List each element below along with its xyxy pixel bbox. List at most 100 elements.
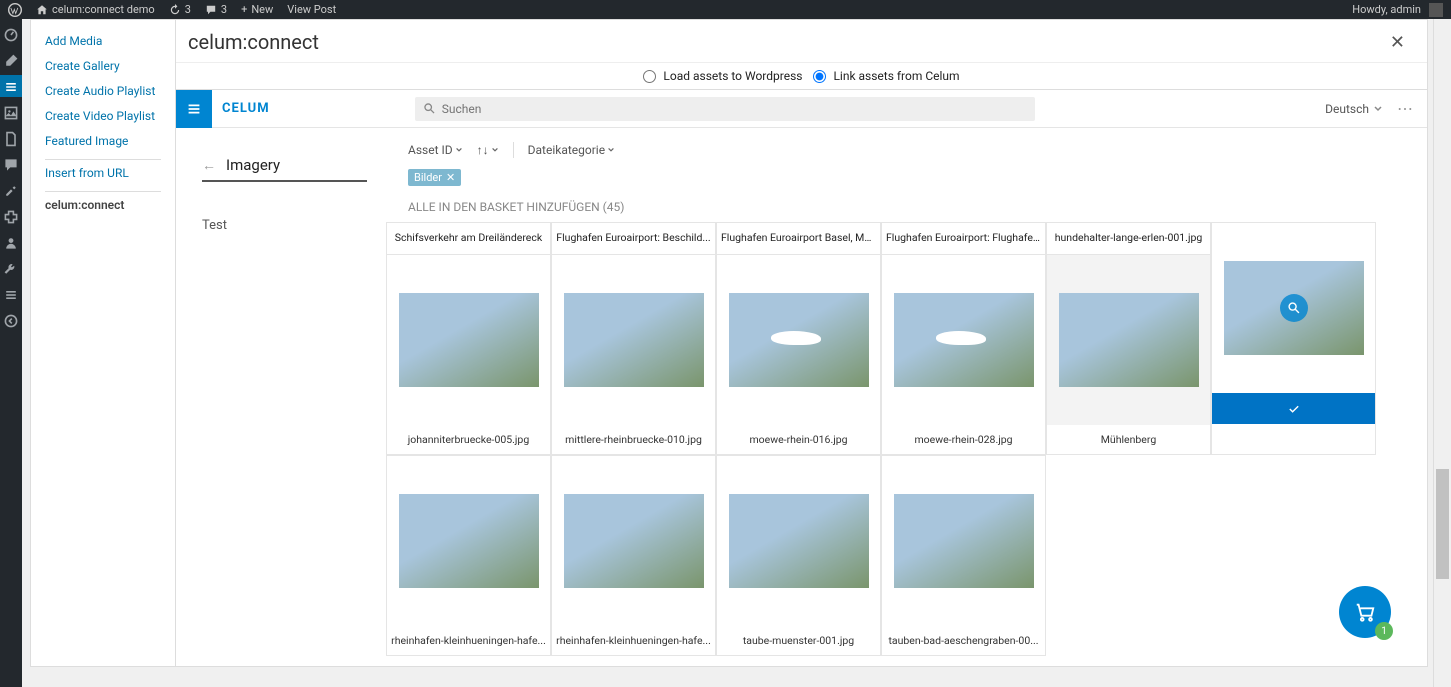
asset-thumbnail[interactable]	[552, 255, 715, 425]
asset-thumbnail[interactable]	[882, 255, 1045, 425]
asset-caption	[1212, 393, 1375, 423]
chevron-down-icon	[607, 146, 615, 154]
asset-title: Flughafen Euroairport Basel, Mu...	[717, 223, 880, 255]
modal-sidebar: Add Media Create Gallery Create Audio Pl…	[31, 20, 176, 666]
asset-card[interactable]: hundehalter-lange-erlen-001.jpg Mühlenber…	[1046, 222, 1211, 455]
mode-radio-row: Load assets to Wordpress Link assets fro…	[176, 62, 1427, 90]
gallery-panel: Asset ID ↑↓ Dateikategorie Bilder ✕ ALLE…	[386, 128, 1427, 666]
celum-toolbar: CELUM Deutsch ⋯	[176, 90, 1427, 128]
users-icon[interactable]	[3, 235, 19, 251]
radio-load[interactable]: Load assets to Wordpress	[643, 69, 802, 83]
wp-logo-icon[interactable]	[8, 3, 22, 17]
media-modal: Add Media Create Gallery Create Audio Pl…	[30, 19, 1428, 667]
list-toggle-button[interactable]	[176, 90, 212, 128]
zoom-icon[interactable]	[1280, 294, 1308, 322]
asset-grid: Schifsverkehr am Dreiländereck johanniter…	[386, 222, 1427, 656]
chevron-down-icon	[1373, 104, 1383, 114]
sort-direction[interactable]: ↑↓	[477, 143, 499, 157]
list-icon	[185, 100, 203, 118]
add-media-link[interactable]: Add Media	[45, 34, 161, 48]
divider	[513, 142, 514, 158]
asset-card[interactable]: Schifsverkehr am Dreiländereck johanniter…	[386, 222, 551, 455]
asset-card[interactable]: Flughafen Euroairport Basel, Mu... moewe-…	[716, 222, 881, 455]
more-menu-icon[interactable]: ⋯	[1397, 99, 1415, 118]
asset-card[interactable]	[1211, 222, 1376, 455]
radio-link[interactable]: Link assets from Celum	[813, 69, 959, 83]
back-arrow-icon[interactable]: ←	[202, 157, 216, 174]
asset-caption: rheinhafen-kleinhueningen-hafe...	[552, 626, 715, 655]
celum-subnav: ← Imagery Test	[176, 128, 386, 666]
asset-thumbnail[interactable]	[717, 456, 880, 626]
asset-thumbnail[interactable]	[552, 456, 715, 626]
media-icon[interactable]	[3, 105, 19, 121]
filter-chip-bilder[interactable]: Bilder ✕	[408, 169, 461, 186]
add-all-button[interactable]: ALLE IN DEN BASKET HINZUFÜGEN (45)	[386, 190, 1427, 222]
pages-icon[interactable]	[3, 131, 19, 147]
asset-title: Schifsverkehr am Dreiländereck	[387, 223, 550, 255]
asset-thumbnail[interactable]	[1212, 223, 1375, 393]
tools-icon[interactable]	[3, 261, 19, 277]
site-name-link[interactable]: celum:connect demo	[36, 3, 155, 16]
asset-caption: Mühlenberg	[1047, 425, 1210, 454]
asset-thumbnail[interactable]	[387, 456, 550, 626]
insert-from-url-link[interactable]: Insert from URL	[45, 166, 161, 180]
search-input[interactable]	[442, 102, 1027, 116]
wp-admin-rail	[0, 19, 22, 687]
separator	[45, 159, 161, 160]
sort-asset-id[interactable]: Asset ID	[408, 143, 463, 157]
asset-caption: moewe-rhein-028.jpg	[882, 425, 1045, 454]
search-bar[interactable]	[415, 97, 1035, 121]
tab-imagery[interactable]: ← Imagery	[202, 156, 367, 182]
chevron-down-icon	[455, 146, 463, 154]
asset-card[interactable]: Flughafen Euroairport: Beschild...mittle…	[551, 222, 716, 455]
create-gallery-link[interactable]: Create Gallery	[45, 59, 161, 73]
posts-icon[interactable]	[3, 53, 19, 69]
asset-caption: johanniterbruecke-005.jpg	[387, 425, 550, 454]
active-menu-icon[interactable]	[3, 79, 19, 95]
asset-caption: moewe-rhein-016.jpg	[717, 425, 880, 454]
asset-caption: taube-muenster-001.jpg	[717, 626, 880, 655]
filter-row: Asset ID ↑↓ Dateikategorie	[386, 128, 1427, 162]
asset-caption: tauben-bad-aeschengraben-00...	[882, 626, 1045, 655]
asset-card[interactable]: rheinhafen-kleinhueningen-hafe...	[386, 455, 551, 656]
asset-card[interactable]: taube-muenster-001.jpg	[716, 455, 881, 656]
close-icon[interactable]: ✕	[1386, 32, 1409, 53]
language-select[interactable]: Deutsch	[1325, 102, 1383, 116]
cart-icon	[1354, 601, 1376, 623]
asset-grid-scroll[interactable]: Schifsverkehr am Dreiländereck johanniter…	[386, 222, 1427, 666]
view-post-link[interactable]: View Post	[287, 3, 336, 16]
create-video-link[interactable]: Create Video Playlist	[45, 109, 161, 123]
comments-rail-icon[interactable]	[3, 157, 19, 173]
settings-icon[interactable]	[3, 287, 19, 303]
chevron-down-icon	[491, 146, 499, 154]
basket-count-badge: 1	[1375, 622, 1393, 640]
filter-dateikategorie[interactable]: Dateikategorie	[528, 143, 615, 157]
plugins-icon[interactable]	[3, 209, 19, 225]
separator	[45, 191, 161, 192]
celum-body: ← Imagery Test Asset ID ↑↓ Dateikategori…	[176, 128, 1427, 666]
comments-link[interactable]: 3	[205, 3, 227, 16]
asset-card[interactable]: Flughafen Euroairport: Flughafe... moewe-…	[881, 222, 1046, 455]
asset-thumbnail[interactable]	[387, 255, 550, 425]
asset-card[interactable]: tauben-bad-aeschengraben-00...	[881, 455, 1046, 656]
create-audio-link[interactable]: Create Audio Playlist	[45, 84, 161, 98]
asset-thumbnail[interactable]	[717, 255, 880, 425]
collapse-icon[interactable]	[3, 313, 19, 329]
appearance-icon[interactable]	[3, 183, 19, 199]
asset-thumbnail[interactable]	[1047, 255, 1210, 425]
featured-image-link[interactable]: Featured Image	[45, 134, 161, 148]
dashboard-icon[interactable]	[3, 27, 19, 43]
asset-title: hundehalter-lange-erlen-001.jpg	[1047, 223, 1210, 255]
modal-title: celum:connect	[188, 30, 319, 54]
asset-card[interactable]: rheinhafen-kleinhueningen-hafe...	[551, 455, 716, 656]
new-link[interactable]: + New	[241, 3, 273, 16]
celum-connect-nav[interactable]: celum:connect	[45, 198, 161, 212]
basket-button[interactable]: 1	[1339, 586, 1391, 638]
howdy-link[interactable]: Howdy, admin	[1352, 3, 1443, 17]
page-scrollbar[interactable]	[1433, 19, 1451, 687]
asset-title: Flughafen Euroairport: Beschild...	[552, 223, 715, 255]
updates-link[interactable]: 3	[169, 3, 191, 16]
asset-title: Flughafen Euroairport: Flughafe...	[882, 223, 1045, 255]
tab-test[interactable]: Test	[202, 218, 366, 233]
asset-thumbnail[interactable]	[882, 456, 1045, 626]
